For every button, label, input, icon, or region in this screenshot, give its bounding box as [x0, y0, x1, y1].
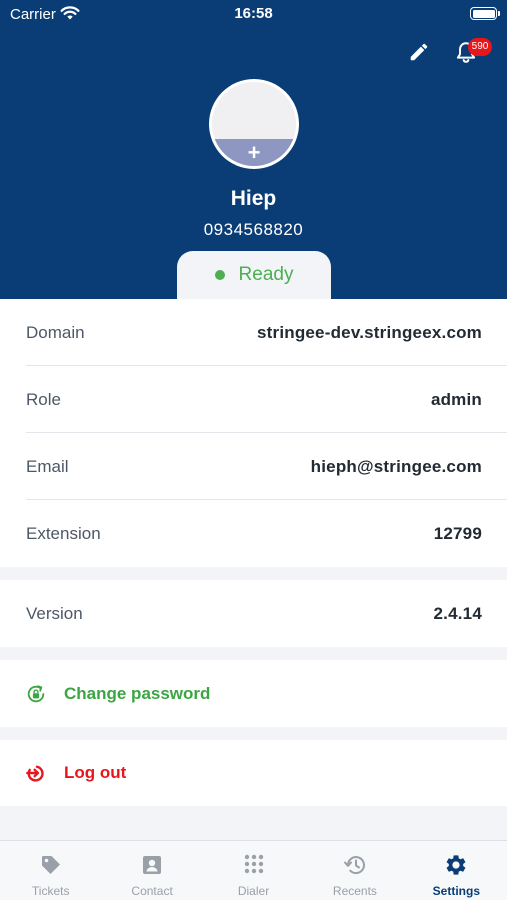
tab-label: Recents [332, 884, 377, 898]
tab-tickets[interactable]: Tickets [0, 841, 101, 900]
clock: 16:58 [234, 5, 273, 22]
role-label: Role [26, 389, 61, 409]
version-value: 2.4.14 [433, 603, 482, 623]
tab-label: Settings [432, 884, 480, 898]
status-label: Ready [238, 264, 294, 285]
logout-button[interactable]: Log out [0, 740, 507, 806]
extension-value: 12799 [433, 523, 482, 543]
tag-icon [41, 856, 60, 874]
status-indicator-dot [214, 270, 225, 280]
extension-row: Extension 12799 [0, 500, 507, 567]
tab-settings[interactable]: Settings [406, 841, 507, 900]
version-label: Version [26, 603, 83, 623]
email-label: Email [26, 456, 69, 476]
lock-refresh-icon [27, 684, 45, 702]
domain-value: stringee-dev.stringeex.com [256, 322, 482, 342]
user-phone: 0934568820 [203, 220, 304, 239]
edit-profile-button[interactable] [405, 38, 433, 66]
battery-icon [470, 7, 500, 20]
pencil-icon [410, 43, 428, 61]
avatar-image: + [212, 82, 296, 166]
email-row: Email hieph@stringee.com [0, 433, 507, 500]
tab-contact[interactable]: Contact [101, 841, 202, 900]
logout-icon [26, 765, 44, 782]
domain-label: Domain [26, 322, 85, 342]
tab-label: Dialer [237, 884, 270, 898]
tab-dialer[interactable]: Dialer [203, 841, 304, 900]
agent-status-selector[interactable]: Ready [177, 251, 331, 299]
notifications-button[interactable]: 590 [451, 36, 492, 68]
tab-label: Contact [131, 884, 173, 898]
profile-header: Carrier 16:58 590 + Hiep 0934568820 Read… [0, 0, 507, 299]
gear-icon [446, 855, 466, 875]
history-icon [343, 856, 365, 875]
domain-row: Domain stringee-dev.stringeex.com [0, 299, 507, 366]
tab-recents[interactable]: Recents [304, 841, 405, 900]
status-bar: Carrier 16:58 [0, 0, 507, 28]
avatar[interactable]: + [209, 79, 299, 169]
contact-card-icon [143, 856, 162, 874]
logout-label: Log out [64, 763, 127, 782]
extension-label: Extension [26, 523, 101, 543]
email-value: hieph@stringee.com [310, 456, 482, 476]
change-password-button[interactable]: Change password [0, 660, 507, 727]
user-name: Hiep [230, 187, 277, 210]
change-password-label: Change password [64, 683, 211, 703]
tab-label: Tickets [31, 884, 70, 898]
role-row: Role admin [0, 366, 507, 433]
role-value: admin [430, 389, 482, 409]
notification-badge: 590 [468, 38, 492, 56]
dialpad-icon [244, 854, 263, 874]
version-row: Version 2.4.14 [0, 580, 507, 647]
tab-bar: Tickets Contact Dialer Recents Settings [0, 840, 507, 900]
add-photo-icon[interactable]: + [212, 139, 296, 166]
